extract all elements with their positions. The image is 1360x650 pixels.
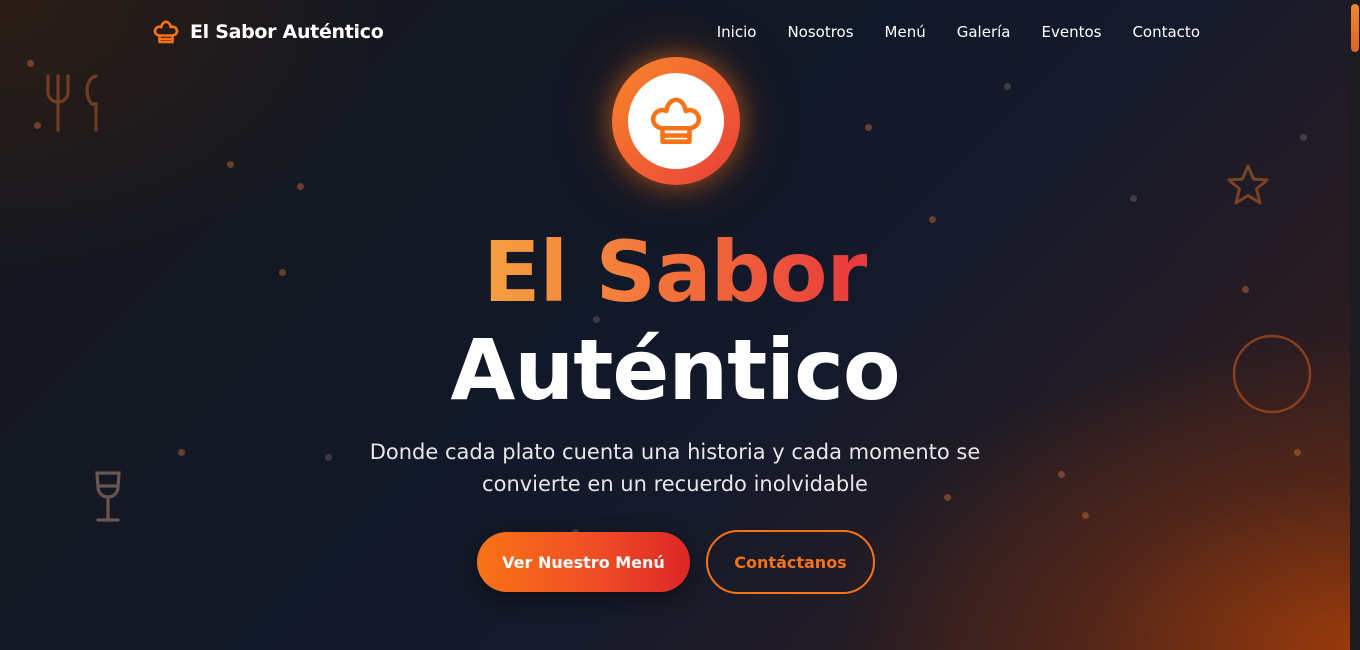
decor-dot (227, 161, 234, 168)
fork-knife-icon (46, 74, 98, 132)
nav-link-menu[interactable]: Menú (885, 22, 926, 42)
main-nav: Inicio Nosotros Menú Galería Eventos Con… (717, 22, 1200, 42)
decor-dot (27, 60, 34, 67)
hero-page: El Sabor Auténtico Inicio Nosotros Menú … (0, 0, 1350, 650)
contact-button[interactable]: Contáctanos (706, 530, 875, 594)
decor-dot (1294, 449, 1301, 456)
scrollbar-thumb[interactable] (1351, 4, 1359, 52)
nav-link-eventos[interactable]: Eventos (1041, 22, 1101, 42)
nav-link-galeria[interactable]: Galería (957, 22, 1011, 42)
decor-dot (1058, 471, 1065, 478)
star-icon (1227, 164, 1269, 205)
decor-dot (325, 454, 332, 461)
nav-link-inicio[interactable]: Inicio (717, 22, 757, 42)
decor-dot (297, 183, 304, 190)
decor-dot (1130, 195, 1137, 202)
scrollbar[interactable] (1350, 0, 1360, 650)
decor-dot (1004, 83, 1011, 90)
nav-link-nosotros[interactable]: Nosotros (787, 22, 853, 42)
hero-subtitle: Donde cada plato cuenta una historia y c… (369, 440, 981, 496)
wine-glass-icon (95, 471, 121, 522)
chef-hat-icon (650, 97, 702, 144)
view-menu-button[interactable]: Ver Nuestro Menú (477, 532, 690, 592)
decor-dot (34, 122, 41, 129)
hero-logo-badge (612, 57, 740, 185)
brand-logo[interactable]: El Sabor Auténtico (152, 16, 384, 48)
nav-link-contacto[interactable]: Contacto (1132, 22, 1200, 42)
decor-dot (1082, 512, 1089, 519)
hero-title-line1: El Sabor (0, 222, 1350, 322)
decor-dot (178, 449, 185, 456)
decor-dot (865, 124, 872, 131)
hero-logo-inner (628, 73, 724, 169)
decor-dot (1300, 134, 1307, 141)
chef-hat-icon (152, 18, 180, 46)
hero-title-line2: Auténtico (450, 321, 900, 419)
hero-title-gradient-text: El Sabor (483, 223, 868, 321)
brand-name: El Sabor Auténtico (190, 21, 384, 43)
